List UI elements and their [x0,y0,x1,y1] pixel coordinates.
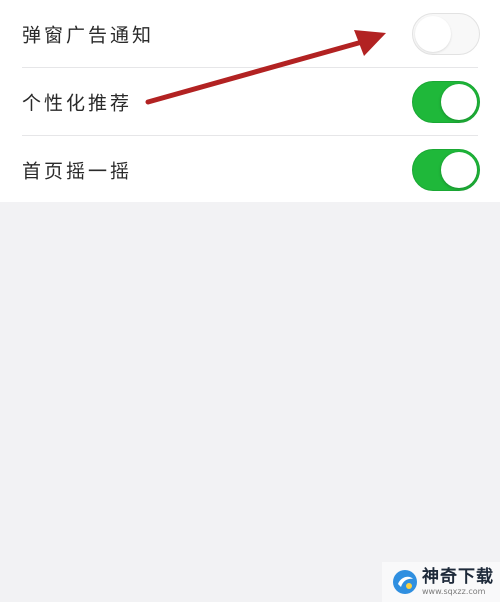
watermark-url: www.sqxzz.com [422,586,486,596]
setting-label-home-shake: 首页摇一摇 [22,160,133,182]
watermark-text: 神奇下载 www.sqxzz.com [422,566,494,596]
personalized-recommendation-toggle[interactable] [412,80,480,123]
watermark: 神奇下载 www.sqxzz.com [382,562,500,602]
setting-label-personalized-recommendation: 个性化推荐 [22,92,133,114]
setting-row-popup-ad-notification: 弹窗广告通知 [0,0,500,67]
home-shake-toggle[interactable] [412,148,480,191]
setting-label-popup-ad-notification: 弹窗广告通知 [22,24,155,46]
settings-list: 弹窗广告通知 个性化推荐 首页摇一摇 [0,0,500,202]
toggle-knob [441,83,477,120]
setting-row-personalized-recommendation: 个性化推荐 [0,68,500,135]
toggle-knob [415,15,451,52]
setting-row-home-shake: 首页摇一摇 [0,136,500,203]
popup-ad-notification-toggle[interactable] [412,12,480,55]
sqxzz-logo-icon [393,570,417,594]
toggle-knob [441,151,477,188]
watermark-name: 神奇下载 [422,566,494,587]
